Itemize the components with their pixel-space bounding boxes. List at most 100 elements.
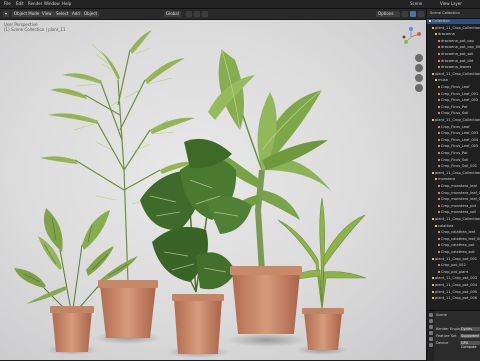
outliner-row[interactable]: Crop_Ficus_Soil_001 bbox=[427, 164, 480, 169]
outliner-row[interactable]: dracaena bbox=[427, 32, 480, 37]
outliner-row[interactable]: plant_11_Crop_Collection bbox=[427, 26, 480, 31]
render-tab-icon[interactable] bbox=[428, 319, 433, 323]
view-layer-selector[interactable]: View Layer bbox=[440, 0, 462, 8]
outliner-row-label: Crop_calathea_leaf bbox=[441, 230, 476, 235]
outliner-row[interactable]: monstera bbox=[427, 177, 480, 182]
outliner-row[interactable]: Crop_Ficus_Leaf_003 bbox=[427, 131, 480, 136]
outliner-row[interactable]: Crop_pot_002 bbox=[427, 263, 480, 268]
outliner-row[interactable]: Crop_monstera_leaf_002 bbox=[427, 197, 480, 202]
mesh-icon bbox=[438, 264, 440, 267]
outliner-row[interactable]: musa bbox=[427, 78, 480, 83]
outliner-row[interactable]: Crop_Ficus_Leaf_004 bbox=[427, 138, 480, 143]
viewport-header: ▾ Object Mode View Select Add Object Glo… bbox=[0, 9, 426, 20]
outliner-row-label: dracaena_pot_cap bbox=[441, 38, 474, 43]
collection-icon bbox=[432, 72, 434, 75]
menu-edit[interactable]: Edit bbox=[16, 0, 24, 8]
outliner-row[interactable]: Crop_monstera_leaf bbox=[427, 184, 480, 189]
outliner-row[interactable]: Crop_calathea_leaf bbox=[427, 230, 480, 235]
outliner-row-label: plant_11_Crop_Collection_002 bbox=[435, 118, 480, 122]
outliner-row[interactable]: Crop_pot_plant bbox=[427, 270, 480, 275]
outliner-row[interactable]: plant_11_Crop_Collection_001 bbox=[427, 72, 480, 77]
view-menu[interactable]: View bbox=[40, 11, 54, 17]
outliner-row[interactable]: Crop_calathea_leaf_001 bbox=[427, 237, 480, 242]
proportional-edit-icon[interactable] bbox=[202, 11, 208, 17]
tool-tab-icon[interactable] bbox=[428, 313, 433, 317]
outliner-row-label: plant_11_Crop_Collection_004 bbox=[435, 217, 480, 221]
xray-icon[interactable] bbox=[402, 11, 408, 17]
outliner-row[interactable]: plant_11_Crop_Collection_003 bbox=[427, 171, 480, 176]
transform-orientation-dropdown[interactable]: Global bbox=[164, 11, 181, 17]
outliner-row[interactable]: Crop_calathea_pot bbox=[427, 243, 480, 248]
object-tab-icon[interactable] bbox=[428, 343, 433, 347]
overlays-icon[interactable] bbox=[394, 11, 400, 17]
menu-render[interactable]: Render bbox=[28, 0, 42, 8]
mesh-icon bbox=[438, 86, 440, 88]
outliner-row[interactable]: Crop_Ficus_Leaf bbox=[427, 85, 480, 90]
outliner-row[interactable]: plant_11_Crop_pot_006 bbox=[427, 296, 480, 301]
perspective-toggle-icon[interactable] bbox=[415, 84, 423, 92]
menu-window[interactable]: Window bbox=[44, 0, 60, 8]
outliner-row[interactable]: Crop_monstera_soil bbox=[427, 210, 480, 215]
outliner-row-label: plant_11_Crop_pot_001 bbox=[435, 256, 478, 261]
outliner-row-label: Crop_pot_002 bbox=[441, 263, 466, 268]
outliner-row[interactable]: dracaena_pot_dirt bbox=[427, 59, 480, 64]
outliner-row[interactable]: Collection bbox=[427, 19, 480, 24]
outliner-row[interactable]: plant_11_Crop_pot_003 bbox=[427, 276, 480, 281]
outliner-row[interactable]: plant_11_Crop_Collection_004 bbox=[427, 217, 480, 222]
outliner-row[interactable]: plant_11_Crop_pot_001 bbox=[427, 257, 480, 262]
outliner-row-label: dracaena_pot_dirt bbox=[441, 58, 474, 63]
mesh-icon bbox=[438, 185, 440, 187]
output-tab-icon[interactable] bbox=[428, 325, 433, 329]
options-dropdown[interactable]: Options bbox=[376, 11, 396, 17]
scene-selector[interactable]: Scene bbox=[410, 0, 422, 8]
outliner-row-label: Crop_monstera_leaf_001 bbox=[441, 190, 480, 195]
zoom-icon[interactable] bbox=[415, 54, 423, 62]
outliner-row[interactable]: plant_11_Crop_pot_004 bbox=[427, 283, 480, 288]
mesh-icon bbox=[438, 99, 440, 102]
menu-help[interactable]: Help bbox=[62, 0, 71, 8]
render-engine-dropdown[interactable]: Cycles bbox=[460, 327, 480, 331]
device-dropdown[interactable]: GPU Compute bbox=[460, 341, 480, 349]
snap-icon[interactable] bbox=[194, 11, 200, 17]
outliner-row[interactable]: Crop_calathea_soil bbox=[427, 250, 480, 255]
add-menu[interactable]: Add bbox=[70, 11, 82, 17]
outliner-row[interactable]: Crop_Ficus_Soil bbox=[427, 111, 480, 116]
outliner-row[interactable]: Crop_Ficus_Pot bbox=[427, 151, 480, 156]
outliner-row[interactable]: Crop_monstera_leaf_001 bbox=[427, 191, 480, 196]
world-tab-icon[interactable] bbox=[428, 337, 433, 341]
outliner-row[interactable]: Crop_monstera_pot bbox=[427, 204, 480, 209]
pan-icon[interactable] bbox=[415, 64, 423, 72]
3d-viewport[interactable]: User Perspective (1) Scene Collection | … bbox=[0, 20, 426, 360]
outliner-row[interactable]: Crop_Ficus_Leaf_001 bbox=[427, 92, 480, 97]
outliner-row-label: musa bbox=[438, 78, 448, 83]
mode-dropdown[interactable]: Object Mode bbox=[12, 11, 42, 17]
pivot-icon[interactable] bbox=[186, 11, 192, 17]
solid-shading-icon[interactable] bbox=[410, 11, 416, 17]
outliner-row[interactable]: Crop_Ficus_Leaf_002 bbox=[427, 98, 480, 103]
navigation-gizmo[interactable] bbox=[400, 26, 422, 48]
outliner-row-label: Crop_monstera_leaf_002 bbox=[441, 197, 480, 202]
outliner-row[interactable]: dracaena_pot_soil bbox=[427, 52, 480, 57]
rendered-shading-icon[interactable] bbox=[418, 11, 424, 17]
outliner-row[interactable]: Crop_Ficus_Leaf_005 bbox=[427, 144, 480, 149]
editor-type-button[interactable]: ▾ bbox=[3, 11, 10, 17]
outliner-row[interactable]: Crop_Ficus_Leaf bbox=[427, 125, 480, 130]
outliner-row[interactable]: plant_11_Crop_pot_005 bbox=[427, 290, 480, 295]
mesh-icon bbox=[438, 66, 440, 69]
outliner-row-label: Crop_Ficus_Leaf_005 bbox=[441, 144, 479, 149]
outliner-row[interactable]: calathea bbox=[427, 224, 480, 229]
feature-set-dropdown[interactable]: Supported bbox=[460, 334, 480, 338]
select-menu[interactable]: Select bbox=[54, 11, 71, 17]
outliner-row-label: plant_11_Crop_pot_006 bbox=[435, 296, 478, 301]
outliner-row[interactable]: plant_11_Crop_Collection_002 bbox=[427, 118, 480, 123]
outliner-row[interactable]: Crop_Ficus_Pot bbox=[427, 105, 480, 110]
outliner-row[interactable]: Crop_Ficus_Soil bbox=[427, 158, 480, 163]
outliner-row-label: dracaena_pot_soil bbox=[441, 52, 474, 56]
scene-tab-icon[interactable] bbox=[428, 331, 433, 335]
camera-icon[interactable] bbox=[415, 74, 423, 82]
outliner-row[interactable]: dracaena_pot_cap_001 bbox=[427, 45, 480, 50]
outliner-row[interactable]: dracaena_pot_cap bbox=[427, 39, 480, 44]
object-menu[interactable]: Object bbox=[82, 11, 100, 17]
menu-file[interactable]: File bbox=[4, 0, 11, 8]
outliner-row[interactable]: dracaena_leaves bbox=[427, 65, 480, 70]
